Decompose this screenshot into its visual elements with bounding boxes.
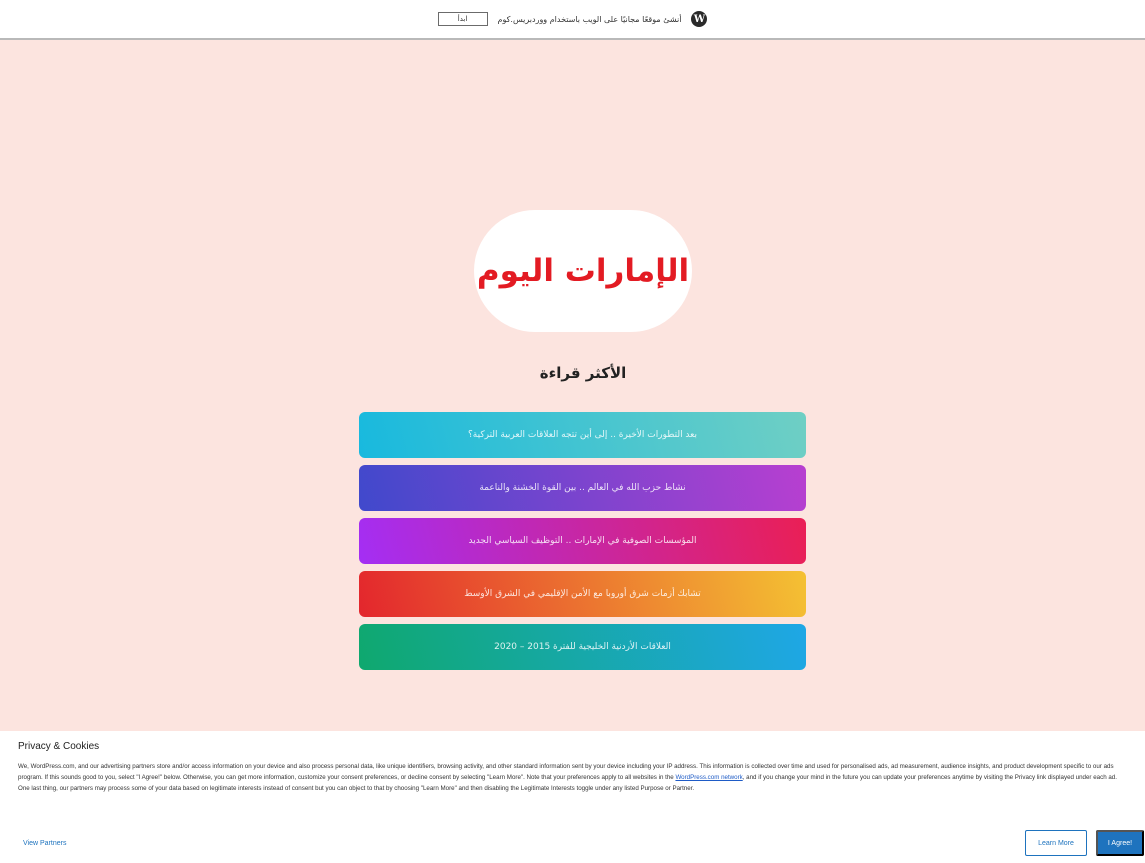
wordpress-promo-bar: ابدأ أنشئ موقعًا مجانيًا على الويب باستخ… [0, 0, 1145, 40]
learn-more-button[interactable]: Learn More [1025, 830, 1087, 856]
article-link[interactable]: المؤسسات الصوفية في الإمارات .. التوظيف … [359, 518, 806, 564]
promo-bar-content: ابدأ أنشئ موقعًا مجانيًا على الويب باستخ… [437, 11, 708, 27]
promo-text[interactable]: أنشئ موقعًا مجانيًا على الويب باستخدام و… [498, 15, 682, 24]
cookie-banner-title: Privacy & Cookies [18, 741, 100, 752]
site-logo-text: الإمارات اليوم [476, 253, 690, 289]
article-link[interactable]: تشابك أزمات شرق أوروبا مع الأمن الإقليمي… [359, 571, 806, 617]
site-logo[interactable]: الإمارات اليوم [474, 210, 692, 332]
article-title: العلاقات الأردنية الخليجية للفترة 2015 –… [494, 642, 671, 652]
cookie-banner-text: We, WordPress.com, and our advertising p… [18, 761, 1130, 794]
start-button[interactable]: ابدأ [437, 12, 488, 26]
article-title: تشابك أزمات شرق أوروبا مع الأمن الإقليمي… [464, 589, 701, 599]
agree-button[interactable]: I Agree! [1096, 830, 1144, 856]
article-link[interactable]: بعد التطورات الأخيرة .. إلى أين تتجه الع… [359, 412, 806, 458]
article-link[interactable]: العلاقات الأردنية الخليجية للفترة 2015 –… [359, 624, 806, 670]
cookie-consent-banner: Privacy & Cookies We, WordPress.com, and… [0, 731, 1145, 863]
article-link[interactable]: نشاط حزب الله في العالم .. بين القوة الخ… [359, 465, 806, 511]
article-title: نشاط حزب الله في العالم .. بين القوة الخ… [479, 483, 686, 493]
most-read-title: الأكثر قراءة [539, 364, 627, 382]
article-title: المؤسسات الصوفية في الإمارات .. التوظيف … [468, 536, 697, 546]
view-partners-link[interactable]: View Partners [23, 840, 66, 847]
article-title: بعد التطورات الأخيرة .. إلى أين تتجه الع… [468, 430, 697, 440]
wordpress-logo-icon[interactable]: W [691, 11, 708, 27]
wordpress-network-link[interactable]: WordPress.com network [675, 774, 742, 781]
